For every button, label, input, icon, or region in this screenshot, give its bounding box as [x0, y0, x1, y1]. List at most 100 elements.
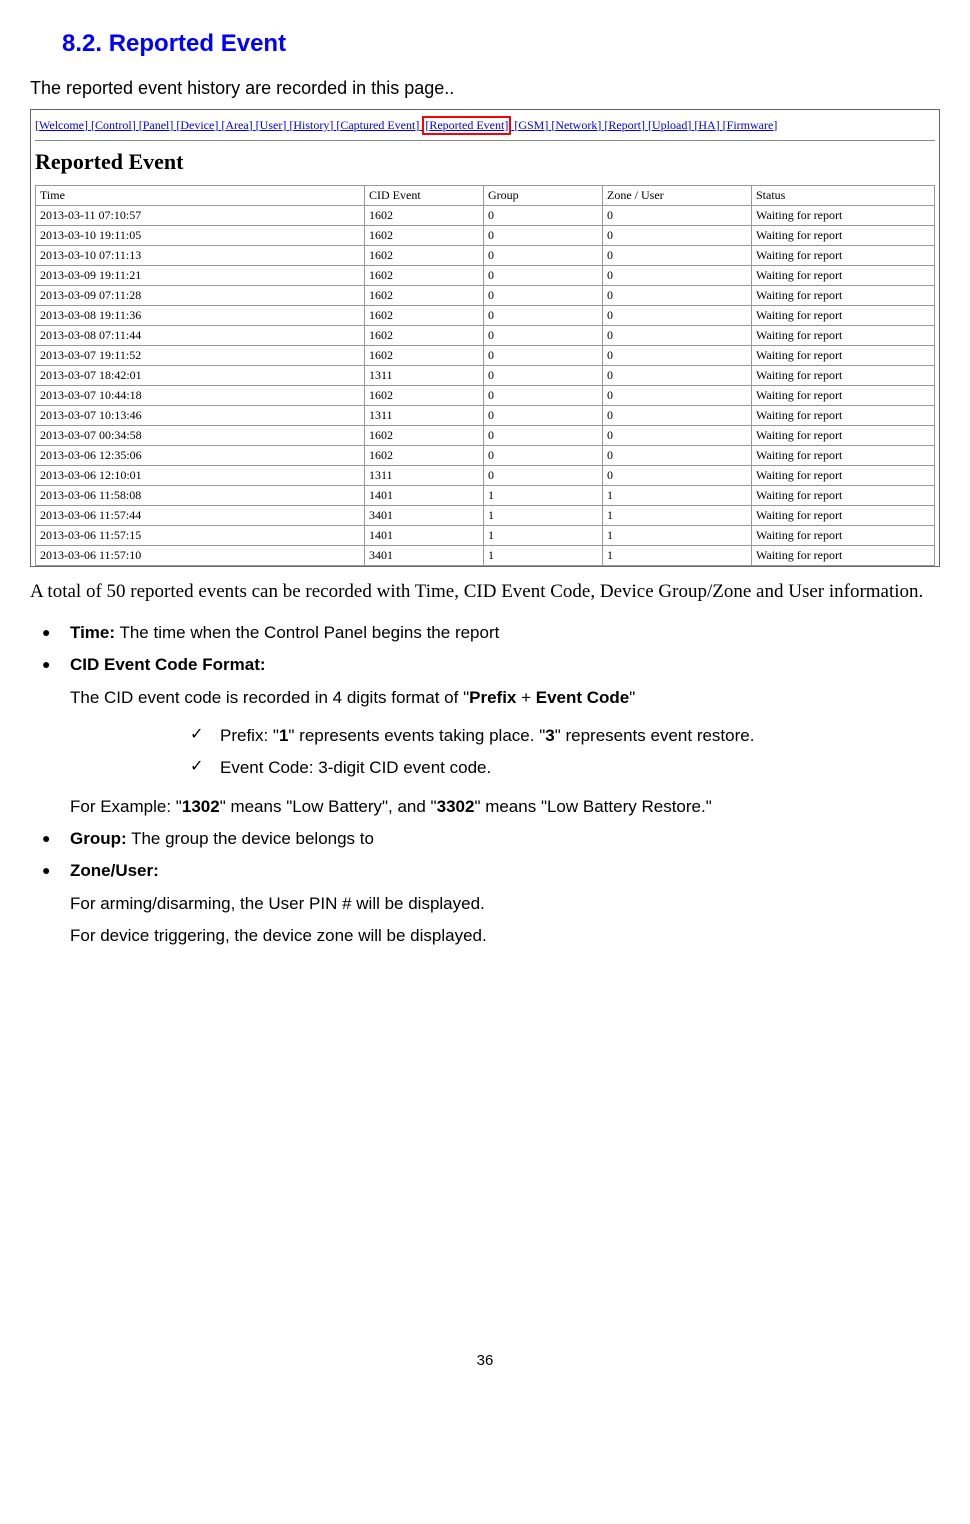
intro-text: The reported event history are recorded …: [30, 78, 940, 99]
cell-status: Waiting for report: [752, 506, 935, 526]
cell-zone: 0: [603, 306, 752, 326]
bullet-zone: Zone/User: For arming/disarming, the Use…: [70, 855, 940, 952]
cell-group: 1: [484, 546, 603, 566]
cell-zone: 1: [603, 486, 752, 506]
cell-time: 2013-03-07 18:42:01: [36, 366, 365, 386]
bullet-cid: CID Event Code Format: The CID event cod…: [70, 649, 940, 822]
cell-group: 0: [484, 426, 603, 446]
cell-cid: 1602: [365, 266, 484, 286]
cell-time: 2013-03-07 10:13:46: [36, 406, 365, 426]
cell-status: Waiting for report: [752, 226, 935, 246]
cid-desc-pre: The CID event code is recorded in 4 digi…: [70, 688, 469, 707]
col-time: Time: [36, 186, 365, 206]
cell-time: 2013-03-11 07:10:57: [36, 206, 365, 226]
table-row: 2013-03-10 19:11:05160200Waiting for rep…: [36, 226, 935, 246]
main-bullet-list: Time: The time when the Control Panel be…: [30, 617, 940, 952]
nav-link[interactable]: [Network]: [551, 118, 601, 132]
nav-link[interactable]: [HA]: [694, 118, 719, 132]
cell-time: 2013-03-10 07:11:13: [36, 246, 365, 266]
cell-zone: 0: [603, 266, 752, 286]
cell-group: 0: [484, 286, 603, 306]
nav-link[interactable]: [Captured Event]: [336, 118, 419, 132]
cell-status: Waiting for report: [752, 286, 935, 306]
cell-time: 2013-03-10 19:11:05: [36, 226, 365, 246]
cell-group: 0: [484, 226, 603, 246]
cell-status: Waiting for report: [752, 426, 935, 446]
cell-group: 1: [484, 486, 603, 506]
table-row: 2013-03-07 10:13:46131100Waiting for rep…: [36, 406, 935, 426]
cell-group: 0: [484, 306, 603, 326]
table-row: 2013-03-09 19:11:21160200Waiting for rep…: [36, 266, 935, 286]
nav-link[interactable]: [Upload]: [648, 118, 691, 132]
cell-status: Waiting for report: [752, 546, 935, 566]
nav-link[interactable]: [Firmware]: [723, 118, 778, 132]
time-desc: The time when the Control Panel begins t…: [115, 623, 499, 642]
table-row: 2013-03-06 12:35:06160200Waiting for rep…: [36, 446, 935, 466]
cell-status: Waiting for report: [752, 446, 935, 466]
cell-time: 2013-03-08 19:11:36: [36, 306, 365, 326]
cell-group: 1: [484, 526, 603, 546]
cell-zone: 0: [603, 226, 752, 246]
cell-time: 2013-03-06 11:57:10: [36, 546, 365, 566]
cell-zone: 1: [603, 526, 752, 546]
table-row: 2013-03-07 19:11:52160200Waiting for rep…: [36, 346, 935, 366]
nav-link[interactable]: [Area]: [221, 118, 252, 132]
cell-time: 2013-03-06 12:35:06: [36, 446, 365, 466]
cell-status: Waiting for report: [752, 306, 935, 326]
ex-b2: 3302: [437, 797, 475, 816]
cell-cid: 1311: [365, 366, 484, 386]
nav-link[interactable]: [Device]: [176, 118, 218, 132]
cell-zone: 0: [603, 406, 752, 426]
table-row: 2013-03-11 07:10:57160200Waiting for rep…: [36, 206, 935, 226]
cell-time: 2013-03-07 10:44:18: [36, 386, 365, 406]
check-eventcode: Event Code: 3-digit CID event code.: [220, 752, 940, 784]
cell-status: Waiting for report: [752, 366, 935, 386]
cell-cid: 3401: [365, 546, 484, 566]
nav-reported-event-highlighted[interactable]: [Reported Event]: [422, 116, 511, 135]
group-desc: The group the device belongs to: [127, 829, 374, 848]
nav-link[interactable]: [History]: [289, 118, 333, 132]
col-status: Status: [752, 186, 935, 206]
section-heading: 8.2. Reported Event: [62, 30, 940, 58]
cid-desc-post: ": [629, 688, 635, 707]
table-row: 2013-03-06 11:57:44340111Waiting for rep…: [36, 506, 935, 526]
cell-status: Waiting for report: [752, 346, 935, 366]
nav-link[interactable]: [Report]: [604, 118, 645, 132]
cell-zone: 1: [603, 546, 752, 566]
cell-status: Waiting for report: [752, 266, 935, 286]
cid-desc: The CID event code is recorded in 4 digi…: [70, 682, 940, 714]
nav-link[interactable]: [Panel]: [139, 118, 174, 132]
nav-link[interactable]: [Control]: [91, 118, 136, 132]
table-row: 2013-03-07 00:34:58160200Waiting for rep…: [36, 426, 935, 446]
table-row: 2013-03-10 07:11:13160200Waiting for rep…: [36, 246, 935, 266]
table-row: 2013-03-08 19:11:36160200Waiting for rep…: [36, 306, 935, 326]
panel-title: Reported Event: [35, 149, 935, 175]
c1-b2: 3: [545, 726, 554, 745]
cell-cid: 1602: [365, 286, 484, 306]
cell-cid: 1602: [365, 426, 484, 446]
cell-time: 2013-03-09 07:11:28: [36, 286, 365, 306]
cell-cid: 1311: [365, 406, 484, 426]
nav-link[interactable]: [User]: [256, 118, 287, 132]
divider: [35, 140, 935, 141]
cell-cid: 1602: [365, 206, 484, 226]
cell-group: 0: [484, 366, 603, 386]
cell-group: 0: [484, 406, 603, 426]
zone-label: Zone/User:: [70, 861, 159, 880]
cell-zone: 0: [603, 246, 752, 266]
embedded-screenshot: [Welcome] [Control] [Panel] [Device] [Ar…: [30, 109, 940, 567]
col-cid: CID Event: [365, 186, 484, 206]
table-row: 2013-03-06 11:57:15140111Waiting for rep…: [36, 526, 935, 546]
cell-time: 2013-03-07 19:11:52: [36, 346, 365, 366]
nav-link[interactable]: [GSM]: [514, 118, 548, 132]
nav-link[interactable]: [Welcome]: [35, 118, 88, 132]
cell-cid: 1401: [365, 486, 484, 506]
cell-cid: 1602: [365, 306, 484, 326]
cell-cid: 3401: [365, 506, 484, 526]
cell-status: Waiting for report: [752, 486, 935, 506]
cell-group: 0: [484, 246, 603, 266]
cell-zone: 0: [603, 386, 752, 406]
cell-cid: 1602: [365, 326, 484, 346]
cell-zone: 0: [603, 286, 752, 306]
bullet-group: Group: The group the device belongs to: [70, 823, 940, 855]
